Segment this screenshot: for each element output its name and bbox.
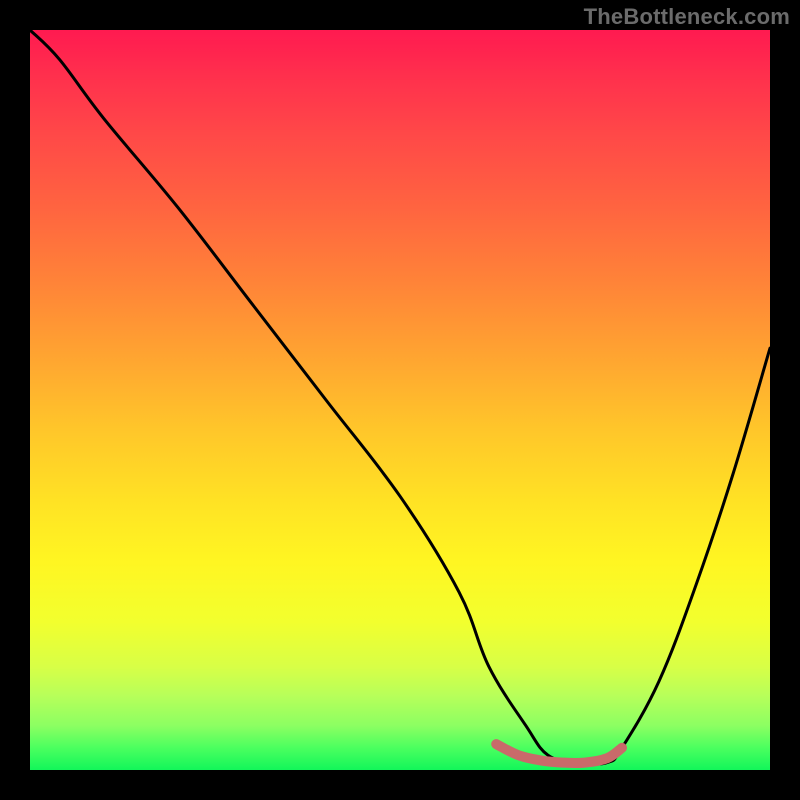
optimal-range-marker-path (496, 744, 622, 763)
chart-frame: TheBottleneck.com (0, 0, 800, 800)
plot-area (30, 30, 770, 770)
watermark-text: TheBottleneck.com (584, 4, 790, 30)
bottleneck-curve-path (30, 30, 770, 764)
chart-svg (30, 30, 770, 770)
